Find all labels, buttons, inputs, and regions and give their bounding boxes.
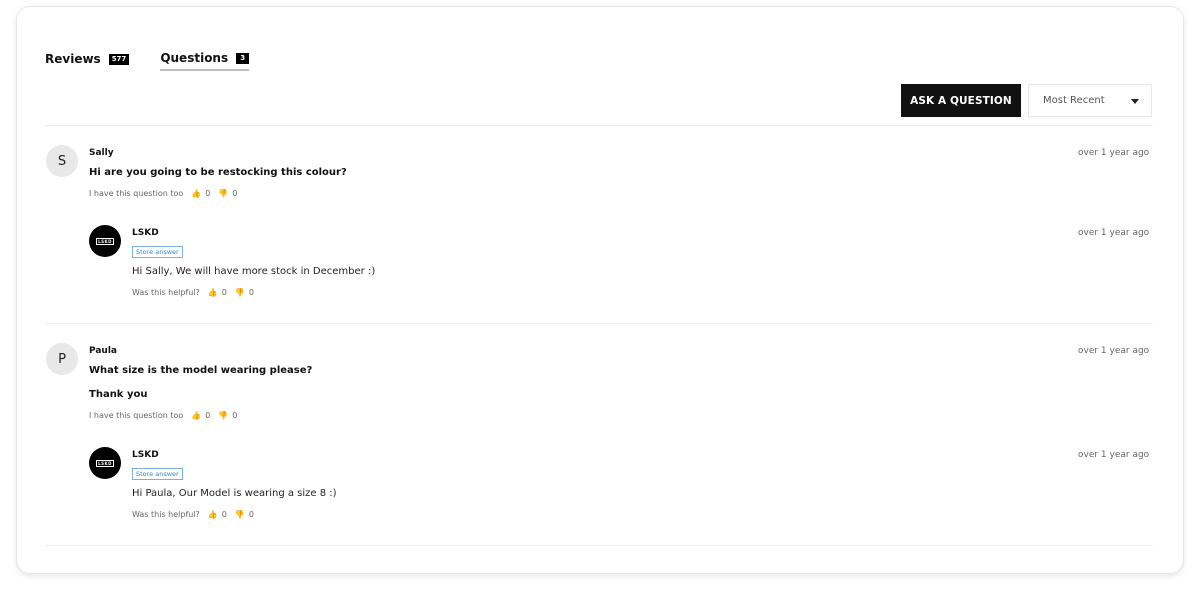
answer-time: over 1 year ago	[1078, 450, 1150, 460]
divider	[45, 125, 1153, 126]
downvote-count: 0	[248, 510, 254, 519]
thumbs-down-icon[interactable]: 👎	[218, 411, 228, 420]
upvote-count: 0	[221, 288, 227, 297]
logo-text: LSKD	[96, 237, 114, 245]
vote-label: Was this helpful?	[132, 288, 200, 297]
answer-vote-row: Was this helpful? 👍 0 👎 0	[132, 288, 262, 297]
downvote-count: 0	[248, 288, 254, 297]
store-logo: LSKD	[89, 225, 121, 257]
vote-label: I have this question too	[89, 189, 184, 198]
answer-author: LSKD	[132, 228, 159, 238]
question-author: Sally	[89, 148, 114, 158]
upvote-count: 0	[221, 510, 227, 519]
store-logo: LSKD	[89, 447, 121, 479]
avatar: S	[46, 145, 78, 177]
thumbs-up-icon[interactable]: 👍	[191, 189, 201, 198]
qa-card: Reviews 577 Questions 3 ASK A QUESTION M…	[16, 6, 1184, 574]
ask-question-button[interactable]: ASK A QUESTION	[901, 84, 1021, 117]
answer-vote-row: Was this helpful? 👍 0 👎 0	[132, 510, 262, 519]
thumbs-down-icon[interactable]: 👎	[235, 510, 245, 519]
thumbs-up-icon[interactable]: 👍	[191, 411, 201, 420]
tab-bar: Reviews 577 Questions 3	[45, 47, 250, 71]
question-text-line: Thank you	[89, 389, 148, 400]
divider	[45, 323, 1153, 324]
tab-label: Questions	[160, 51, 229, 65]
tab-questions[interactable]: Questions 3	[160, 47, 250, 71]
sort-value: Most Recent	[1043, 95, 1105, 106]
vote-label: I have this question too	[89, 411, 184, 420]
thumbs-down-icon[interactable]: 👎	[218, 189, 228, 198]
thumbs-down-icon[interactable]: 👎	[235, 288, 245, 297]
question-time: over 1 year ago	[1078, 346, 1150, 356]
answer-author: LSKD	[132, 450, 159, 460]
answer-text: Hi Sally, We will have more stock in Dec…	[132, 266, 376, 277]
question-vote-row: I have this question too 👍 0 👎 0	[89, 411, 245, 420]
question-vote-row: I have this question too 👍 0 👎 0	[89, 189, 245, 198]
divider	[45, 545, 1153, 546]
store-answer-badge: Store answer	[132, 468, 183, 480]
avatar: P	[46, 343, 78, 375]
thumbs-up-icon[interactable]: 👍	[208, 288, 218, 297]
answer-text: Hi Paula, Our Model is wearing a size 8 …	[132, 488, 337, 499]
tab-label: Reviews	[45, 52, 101, 66]
tab-reviews[interactable]: Reviews 577	[45, 47, 130, 71]
tab-count-badge: 3	[236, 52, 250, 64]
downvote-count: 0	[232, 411, 238, 420]
upvote-count: 0	[205, 189, 211, 198]
upvote-count: 0	[205, 411, 211, 420]
store-answer-badge: Store answer	[132, 246, 183, 258]
question-text: What size is the model wearing please?	[89, 365, 313, 376]
logo-text: LSKD	[96, 459, 114, 467]
downvote-count: 0	[232, 189, 238, 198]
question-author: Paula	[89, 346, 117, 356]
vote-label: Was this helpful?	[132, 510, 200, 519]
tab-count-badge: 577	[108, 53, 130, 65]
answer-time: over 1 year ago	[1078, 228, 1150, 238]
question-text: Hi are you going to be restocking this c…	[89, 167, 347, 178]
sort-select[interactable]: Most Recent	[1028, 84, 1152, 117]
question-time: over 1 year ago	[1078, 148, 1150, 158]
caret-down-icon	[1131, 99, 1139, 104]
thumbs-up-icon[interactable]: 👍	[208, 510, 218, 519]
